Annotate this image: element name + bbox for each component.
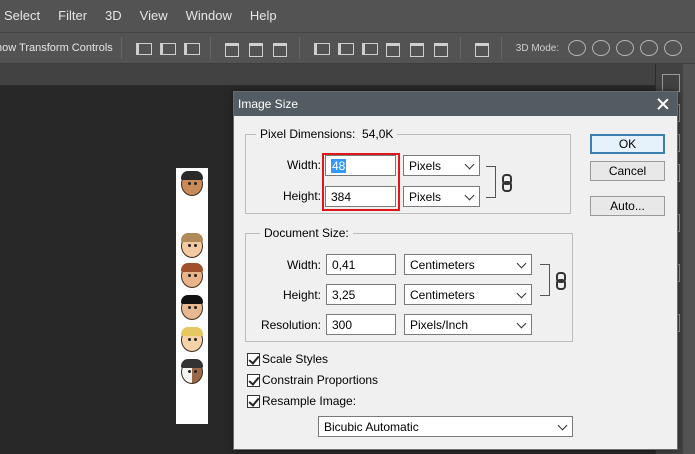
- auto-button[interactable]: Auto...: [590, 196, 665, 216]
- doc-width-unit-select[interactable]: Centimeters: [404, 254, 532, 275]
- chevron-down-icon: [516, 318, 527, 329]
- face-icon: [178, 292, 206, 322]
- align-right-icon[interactable]: [271, 41, 287, 57]
- doc-width-input[interactable]: 0,41: [326, 254, 396, 275]
- pixel-dimensions-legend: Pixel Dimensions: 54,0K: [256, 127, 398, 141]
- distribute-vcenter-icon[interactable]: [336, 41, 354, 55]
- constrain-proportions-checkbox[interactable]: [247, 374, 260, 387]
- align-bottom-icon[interactable]: [182, 41, 200, 55]
- close-icon[interactable]: [654, 95, 672, 113]
- 3d-roll-icon[interactable]: [592, 40, 611, 56]
- menu-bar: Select Filter 3D View Window Help: [0, 0, 695, 32]
- separator: [209, 37, 211, 59]
- scale-styles-checkbox[interactable]: [247, 353, 260, 366]
- resolution-label: Resolution:: [260, 318, 321, 332]
- doc-link-bracket: [540, 264, 550, 296]
- resolution-input[interactable]: 300: [326, 314, 396, 335]
- pixel-height-unit-select[interactable]: Pixels: [403, 186, 480, 207]
- 3d-scale-icon[interactable]: [664, 40, 683, 56]
- menu-view[interactable]: View: [132, 0, 178, 32]
- chevron-down-icon: [516, 258, 527, 269]
- dialog-title-bar[interactable]: Image Size: [234, 92, 677, 116]
- 3d-mode-label: 3D Mode:: [515, 42, 560, 54]
- menu-3d[interactable]: 3D: [97, 0, 132, 32]
- highlight-annotation: [322, 153, 400, 211]
- 3d-slide-icon[interactable]: [640, 40, 659, 56]
- chevron-down-icon: [464, 159, 475, 170]
- menu-window[interactable]: Window: [178, 0, 242, 32]
- doc-height-unit-select[interactable]: Centimeters: [404, 284, 532, 305]
- chevron-down-icon: [464, 190, 475, 201]
- panel-scrollbar[interactable]: [683, 64, 695, 454]
- align-hcenter-icon[interactable]: [247, 41, 263, 57]
- separator: [500, 37, 502, 59]
- face-icon: [178, 260, 206, 290]
- pixel-width-unit-select[interactable]: Pixels: [403, 155, 480, 176]
- align-left-icon[interactable]: [223, 41, 239, 57]
- chain-link-icon: [556, 272, 566, 290]
- distribute-right-icon[interactable]: [432, 41, 448, 57]
- 3d-pan-icon[interactable]: [616, 40, 635, 56]
- resample-method-select[interactable]: Bicubic Automatic: [318, 416, 573, 437]
- chevron-down-icon: [557, 420, 568, 431]
- distribute-top-icon[interactable]: [312, 41, 330, 55]
- auto-align-icon[interactable]: [473, 41, 489, 57]
- align-top-icon[interactable]: [134, 41, 152, 55]
- pixel-dimensions-size: 54,0K: [362, 127, 394, 141]
- 3d-orbit-icon[interactable]: [568, 40, 587, 56]
- distribute-hcenter-icon[interactable]: [408, 41, 424, 57]
- face-icon: [178, 356, 206, 386]
- align-vcenter-icon[interactable]: [158, 41, 176, 55]
- menu-filter[interactable]: Filter: [50, 0, 97, 32]
- doc-height-label: Height:: [282, 288, 321, 302]
- image-size-dialog: Image Size Pixel Dimensions: 54,0K Width…: [233, 91, 678, 450]
- distribute-left-icon[interactable]: [384, 41, 400, 57]
- pixel-link-bracket: [486, 166, 496, 198]
- separator: [459, 37, 461, 59]
- dialog-title: Image Size: [238, 97, 299, 111]
- document-size-legend: Document Size:: [260, 226, 353, 240]
- resolution-unit-select[interactable]: Pixels/Inch: [404, 314, 532, 335]
- face-icon: [178, 324, 206, 354]
- menu-help[interactable]: Help: [242, 0, 287, 32]
- separator: [298, 37, 300, 59]
- pixel-height-label: Height:: [282, 189, 321, 203]
- resample-image-label[interactable]: Resample Image:: [262, 394, 356, 408]
- resample-image-checkbox[interactable]: [247, 395, 260, 408]
- ok-button[interactable]: OK: [590, 134, 665, 154]
- doc-width-label: Width:: [286, 258, 321, 272]
- doc-height-input[interactable]: 3,25: [326, 284, 396, 305]
- panel-layers-icon[interactable]: [662, 74, 680, 92]
- face-icon: [178, 230, 206, 260]
- scale-styles-label[interactable]: Scale Styles: [262, 352, 328, 366]
- chain-link-icon: [502, 174, 512, 192]
- distribute-bottom-icon[interactable]: [360, 41, 378, 55]
- menu-select[interactable]: Select: [0, 0, 50, 32]
- face-icon: [178, 168, 206, 198]
- pixel-width-label: Width:: [286, 158, 321, 172]
- chevron-down-icon: [516, 288, 527, 299]
- show-transform-controls-label[interactable]: how Transform Controls: [0, 42, 113, 54]
- separator: [120, 37, 122, 59]
- document-image: [176, 168, 208, 424]
- document-tab-strip: [0, 64, 655, 86]
- constrain-proportions-label[interactable]: Constrain Proportions: [262, 373, 378, 387]
- options-bar: how Transform Controls 3D Mode:: [0, 32, 695, 64]
- cancel-button[interactable]: Cancel: [590, 161, 665, 181]
